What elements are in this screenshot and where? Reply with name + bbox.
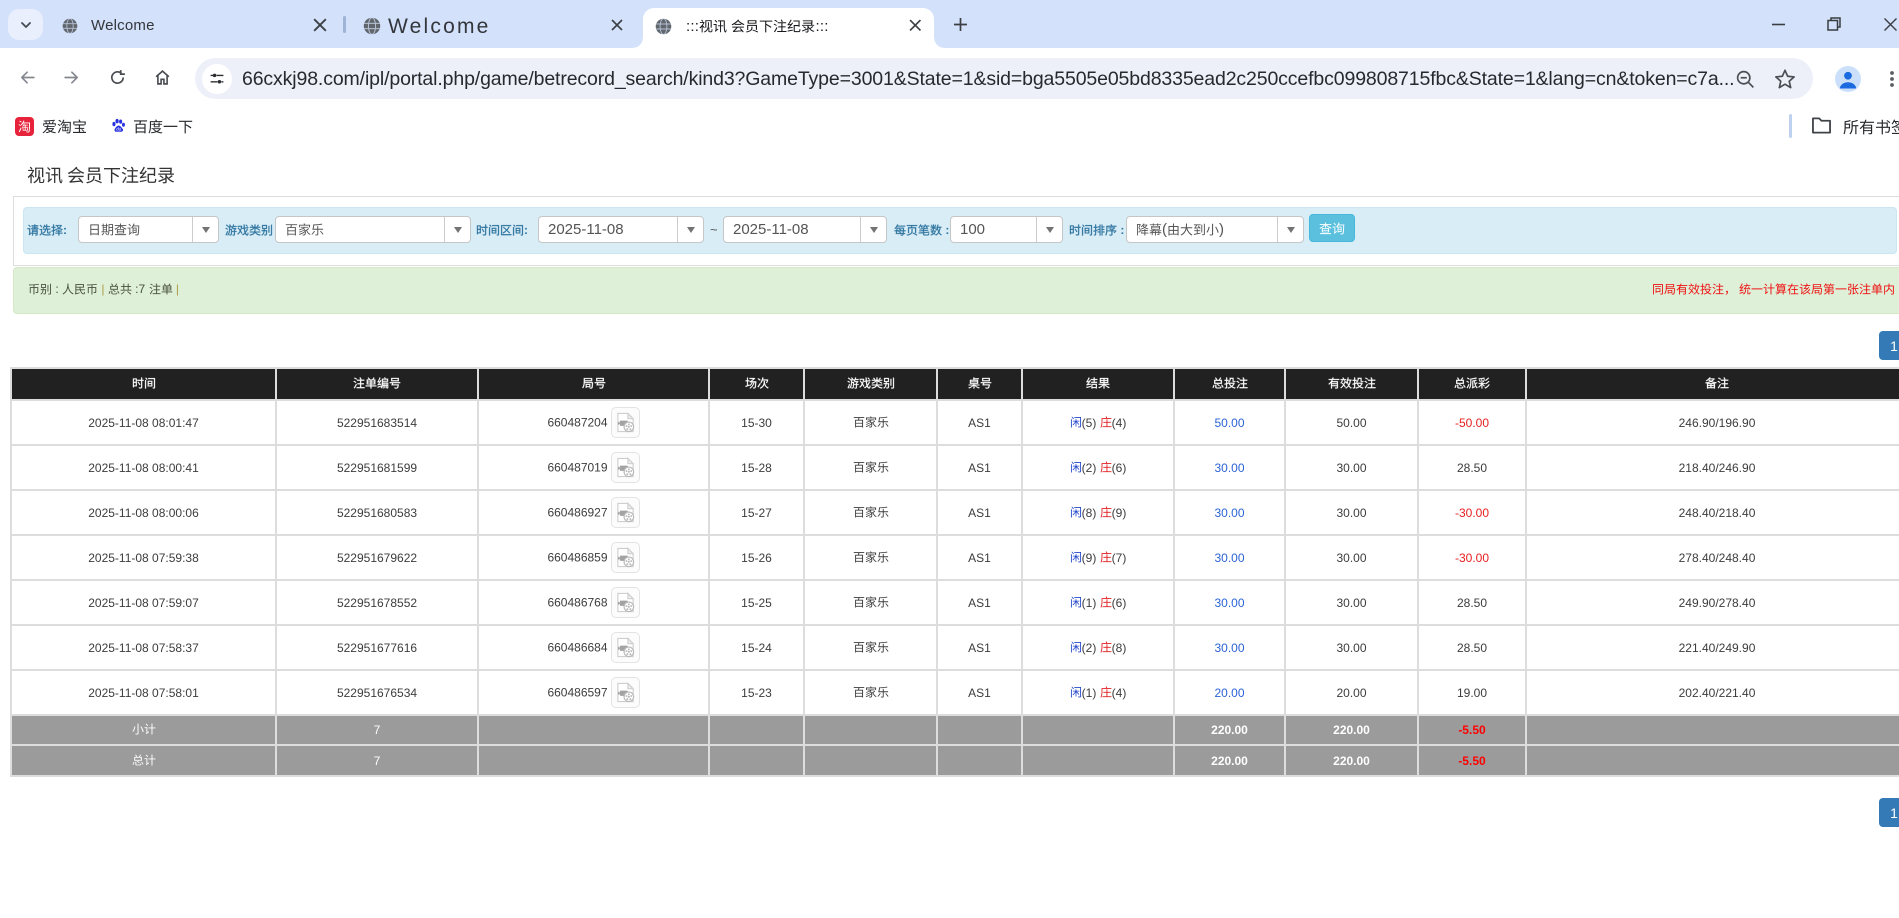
svg-text:du: du (116, 127, 122, 132)
